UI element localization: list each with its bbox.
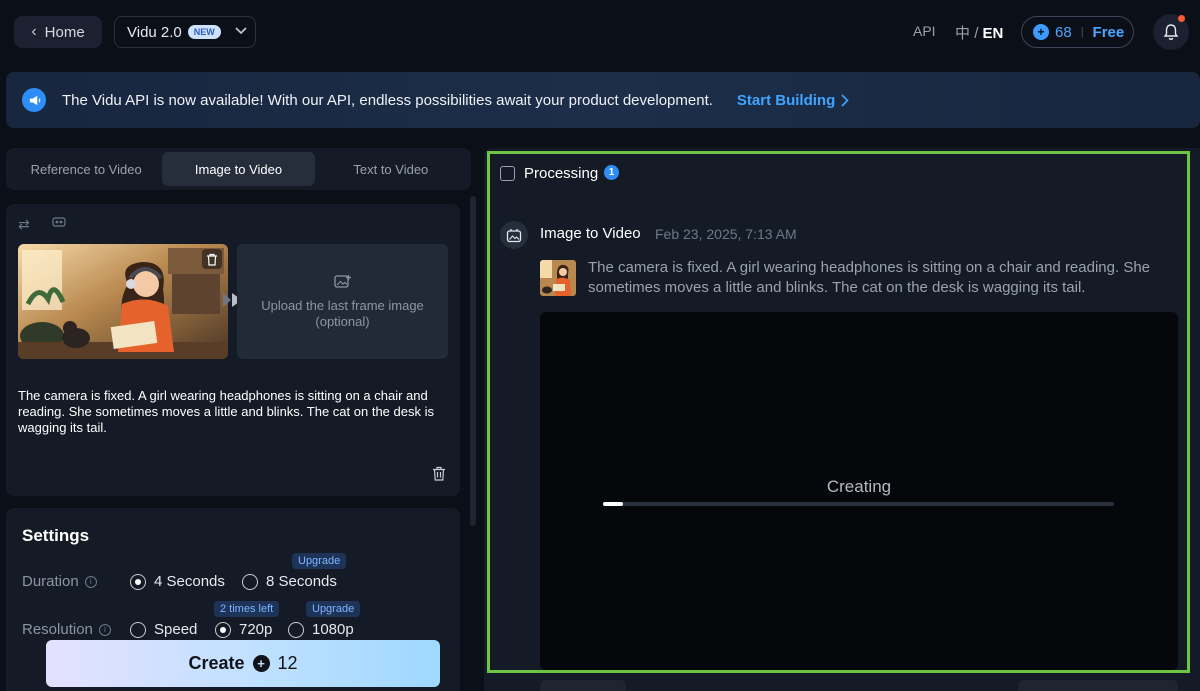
create-label: Create [188,653,245,673]
chevron-down-icon [235,26,247,38]
times-left-tag: 2 times left [214,601,280,617]
task-timestamp: Feb 23, 2025, 7:13 AM [655,226,797,242]
announcement-banner: The Vidu API is now available! With our … [6,72,1200,128]
banner-text: The Vidu API is now available! With our … [62,91,713,109]
create-button[interactable]: Create + 12 [46,640,440,687]
model-name: Vidu 2.0 [127,23,182,41]
duration-4s-label: 4 Seconds [154,573,225,590]
chevron-right-icon [841,93,849,107]
chevron-left-icon: ‹ [31,23,37,40]
plan-label: Free [1092,23,1125,41]
input-card: ⇄ Upload the last frame image (optional)… [6,204,460,496]
left-panel-scrollbar[interactable] [470,196,476,526]
first-frame-image[interactable] [18,244,228,359]
resolution-720p-option[interactable]: 720p [215,621,272,638]
language-switcher[interactable]: 中 / EN [955,22,1003,43]
bell-icon [1163,24,1179,41]
add-image-icon [333,274,351,288]
progress-fill [603,502,624,506]
resolution-1080p-label: 1080p [312,621,354,638]
tab-reference-to-video[interactable]: Reference to Video [10,152,162,186]
video-preview: Creating [540,312,1178,670]
credit-count: 68 [1055,23,1072,41]
lang-separator: / [974,25,979,42]
duration-label-row: Duration i [22,573,97,590]
trash-icon [207,253,217,266]
tab-text-to-video[interactable]: Text to Video [315,152,467,186]
resolution-720p-label: 720p [239,621,273,638]
megaphone-icon [22,88,46,112]
tab-image-to-video[interactable]: Image to Video [162,152,315,186]
delete-image-button[interactable] [202,249,222,269]
duration-label: Duration [22,573,79,590]
clear-prompt-button[interactable] [432,466,446,486]
lang-cn[interactable]: 中 [955,25,970,42]
notification-dot [1178,15,1185,22]
processing-label: Processing [524,165,599,182]
info-icon[interactable]: i [98,623,111,636]
start-building-link[interactable]: Start Building [737,92,849,109]
resolution-upgrade-tag[interactable]: Upgrade [306,601,361,617]
duration-upgrade-tag[interactable]: Upgrade [292,553,347,569]
api-link[interactable]: API [913,23,936,39]
radio-selected[interactable] [130,573,146,590]
lang-en[interactable]: EN [983,25,1004,42]
mode-tabs: Reference to Video Image to Video Text t… [6,148,471,190]
resolution-speed-option[interactable]: Speed [130,621,197,638]
processing-checkbox[interactable] [500,166,515,181]
task-title: Image to Video [540,225,641,242]
notifications-button[interactable] [1153,14,1189,50]
status-text: Creating [826,477,892,496]
duration-4s-option[interactable]: 4 Seconds [130,573,225,590]
result-action-button[interactable] [1018,680,1178,691]
resolution-label-row: Resolution i [22,621,111,638]
radio-unselected[interactable] [130,621,146,638]
top-header: ‹ Home Vidu 2.0 NEW API 中 / EN + 68 | Fr… [0,0,1200,64]
duration-8s-label: 8 Seconds [266,573,337,590]
last-frame-upload[interactable]: Upload the last frame image (optional) [237,244,448,359]
settings-title: Settings [22,526,90,545]
credits-button[interactable]: + 68 | Free [1021,16,1134,48]
new-badge: NEW [187,25,221,39]
duration-8s-option[interactable]: 8 Seconds [242,573,337,590]
credit-separator: | [1080,26,1084,38]
info-icon[interactable]: i [84,575,97,588]
radio-unselected[interactable] [242,573,258,590]
upload-label: Upload the last frame image (optional) [261,297,424,329]
credit-coin-icon: + [1033,24,1049,40]
task-source-thumbnail[interactable] [540,260,576,296]
result-action-button[interactable] [540,680,626,691]
reading-girl-illustration [18,244,228,359]
image-edit-icon[interactable] [52,216,66,231]
resolution-label: Resolution [22,621,93,638]
start-building-label: Start Building [736,91,836,109]
task-prompt: The camera is fixed. A girl wearing head… [588,259,1151,296]
progress-bar [603,502,1114,506]
credit-coin-icon: + [252,655,270,672]
create-cost: 12 [277,653,298,673]
model-selector[interactable]: Vidu 2.0 NEW [114,16,256,48]
prompt-input[interactable]: The camera is fixed. A girl wearing head… [18,388,450,436]
swap-frames-icon[interactable]: ⇄ [18,216,30,233]
radio-unselected[interactable] [288,621,304,638]
resolution-speed-label: Speed [154,621,198,638]
image-to-video-icon [500,221,528,249]
home-button[interactable]: ‹ Home [14,16,102,48]
radio-selected[interactable] [215,621,231,638]
reading-girl-thumbnail [540,260,576,296]
home-button-label: Home [44,23,85,41]
resolution-1080p-option[interactable]: 1080p [288,621,354,638]
processing-count-badge: 1 [604,165,619,180]
trash-icon [433,466,445,481]
